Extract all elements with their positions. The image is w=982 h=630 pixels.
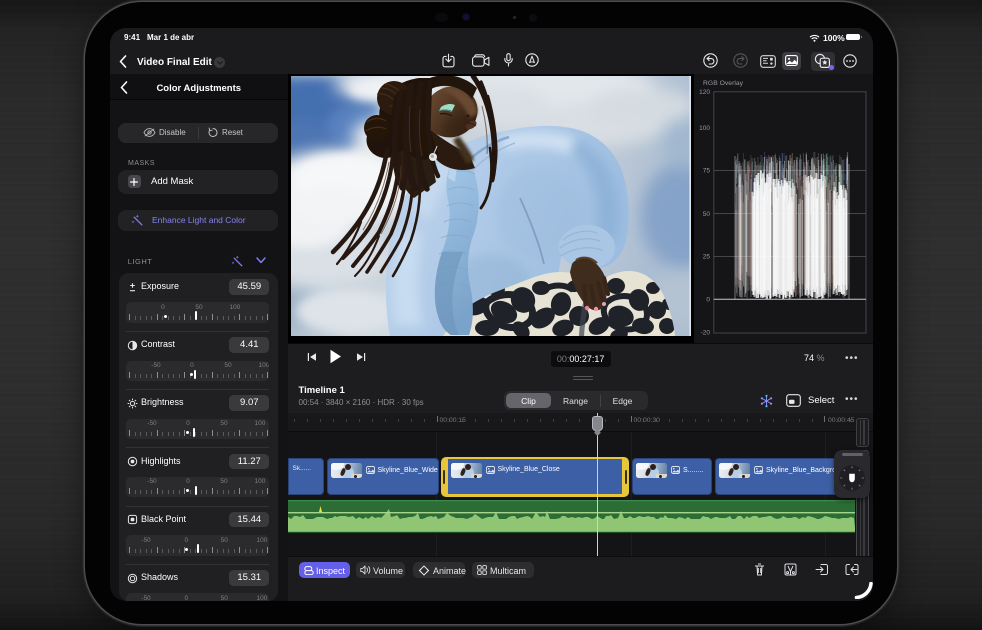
svg-text:120: 120 <box>699 89 710 96</box>
svg-text:-20: -20 <box>701 330 711 337</box>
svg-text:75: 75 <box>703 168 711 175</box>
svg-text:0: 0 <box>706 297 710 304</box>
svg-text:100: 100 <box>699 125 710 132</box>
svg-text:RGB Overlay: RGB Overlay <box>703 80 744 87</box>
svg-text:50: 50 <box>703 211 711 218</box>
svg-text:25: 25 <box>703 254 711 261</box>
